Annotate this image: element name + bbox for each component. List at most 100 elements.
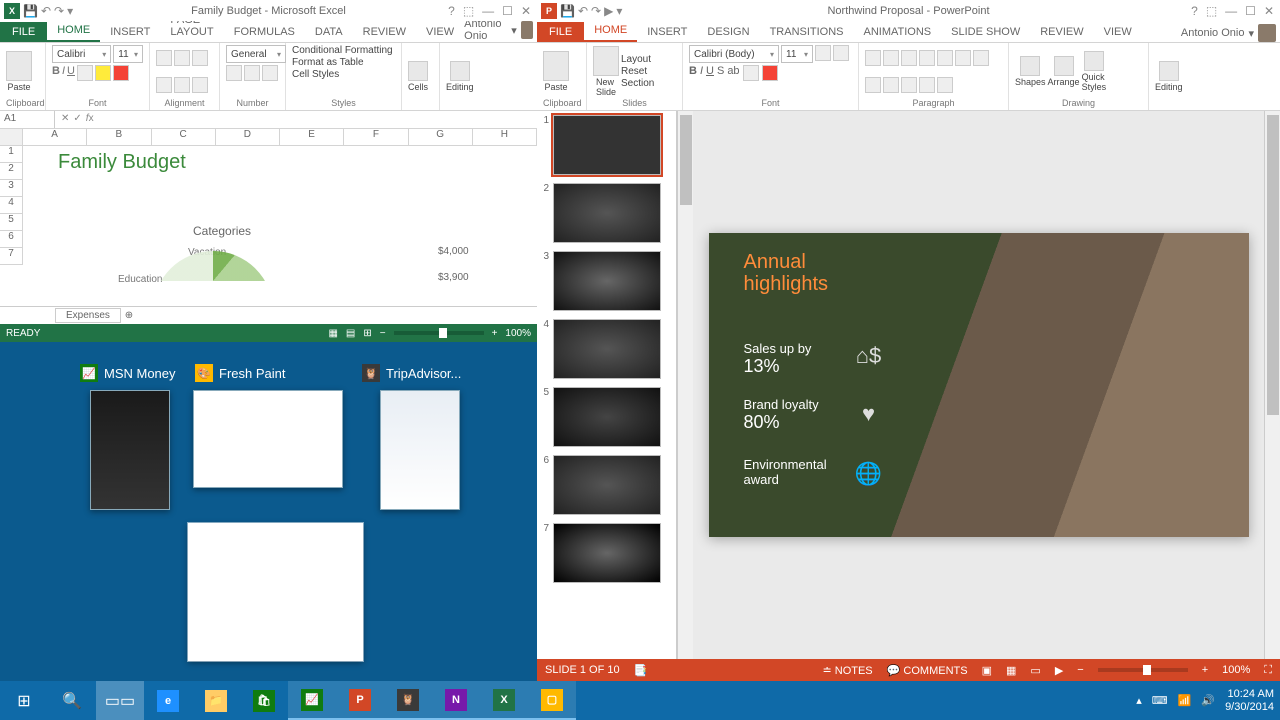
tab-home[interactable]: HOME (47, 20, 100, 42)
qat-customize-icon[interactable]: ▾ (616, 4, 622, 18)
font-color-button[interactable] (762, 65, 778, 81)
increase-font-button[interactable] (815, 45, 831, 61)
cell-styles-button[interactable]: Cell Styles (292, 69, 339, 80)
store-button[interactable]: 🛍 (240, 681, 288, 720)
qat-redo-icon[interactable]: ↷ (54, 4, 64, 18)
reset-button[interactable]: Reset (621, 66, 654, 77)
slide-thumb-6[interactable] (553, 455, 661, 515)
arrange-button[interactable]: Arrange (1048, 56, 1080, 87)
bold-button[interactable]: B (689, 65, 697, 81)
editing-button[interactable]: Editing (1155, 61, 1183, 92)
help-icon[interactable]: ? (1191, 4, 1198, 18)
spellcheck-icon[interactable]: 📑 (634, 664, 648, 677)
font-family-selector[interactable]: Calibri (52, 45, 111, 63)
tab-formulas[interactable]: FORMULAS (224, 22, 305, 42)
tab-data[interactable]: DATA (305, 22, 353, 42)
view-reading-icon[interactable]: ▭ (1030, 664, 1040, 677)
shapes-button[interactable]: Shapes (1015, 56, 1046, 87)
fill-color-button[interactable] (95, 65, 111, 81)
taskview-thumb-freshpaint[interactable] (193, 390, 343, 488)
search-button[interactable]: 🔍 (48, 681, 96, 720)
taskview-app-freshpaint[interactable]: 🎨 Fresh Paint (195, 364, 285, 382)
ribbon-display-icon[interactable]: ⬚ (1206, 4, 1217, 18)
italic-button[interactable]: I (700, 65, 703, 81)
start-button[interactable]: ⊞ (0, 681, 48, 720)
tab-file[interactable]: FILE (0, 22, 47, 42)
zoom-out-button[interactable]: − (380, 328, 386, 339)
slide-thumb-5[interactable] (553, 387, 661, 447)
taskview-app-tripadvisor[interactable]: 🦉 TripAdvisor... (362, 364, 461, 382)
ppt-signed-in-user[interactable]: Antonio Onio▾ (1181, 24, 1280, 42)
tab-transitions[interactable]: TRANSITIONS (760, 22, 854, 42)
taskview-thumb-onenote[interactable] (188, 523, 363, 661)
thumbnail-scrollbar[interactable] (677, 111, 693, 659)
taskview-thumb-money[interactable] (90, 390, 170, 510)
slide-thumb-7[interactable] (553, 523, 661, 583)
border-button[interactable] (77, 65, 93, 81)
zoom-out-button[interactable]: − (1077, 664, 1083, 676)
paste-button[interactable]: Paste (6, 51, 32, 92)
tab-animations[interactable]: ANIMATIONS (854, 22, 942, 42)
tray-network-icon[interactable]: 📶 (1178, 694, 1192, 707)
tab-review[interactable]: REVIEW (1030, 22, 1093, 42)
qat-start-slideshow-icon[interactable]: ▶ (604, 4, 613, 18)
ie-button[interactable]: e (144, 681, 192, 720)
view-normal-icon[interactable]: ▦ (328, 328, 337, 339)
close-button[interactable]: ✕ (1264, 4, 1274, 18)
tray-volume-icon[interactable]: 🔊 (1201, 694, 1215, 707)
slide-indicator[interactable]: SLIDE 1 OF 10 (545, 664, 620, 676)
number-format-selector[interactable]: General (226, 45, 286, 63)
help-icon[interactable]: ? (448, 4, 455, 18)
slide-canvas[interactable]: Annualhighlights Sales up by13% ⌂$ Brand… (709, 233, 1249, 537)
view-page-layout-icon[interactable]: ▤ (346, 328, 355, 339)
align-button[interactable] (156, 50, 172, 66)
italic-button[interactable]: I (62, 65, 65, 81)
qat-save-icon[interactable]: 💾 (23, 4, 38, 18)
select-all-corner[interactable] (0, 129, 23, 145)
canvas-scrollbar[interactable] (1264, 111, 1280, 659)
tab-view[interactable]: VIEW (416, 22, 464, 42)
tab-file[interactable]: FILE (537, 22, 584, 42)
font-size-selector[interactable]: 11 (113, 45, 143, 63)
tab-review[interactable]: REVIEW (353, 22, 416, 42)
slide-thumb-1[interactable] (553, 115, 661, 175)
excel-signed-in-user[interactable]: Antonio Onio▾ (464, 18, 537, 42)
strikethrough-button[interactable]: S (717, 65, 724, 81)
zoom-slider[interactable] (1098, 668, 1188, 672)
tab-slideshow[interactable]: SLIDE SHOW (941, 22, 1030, 42)
view-slideshow-icon[interactable]: ▶ (1055, 664, 1063, 677)
tab-insert[interactable]: INSERT (637, 22, 697, 42)
taskbar-tripadvisor[interactable]: 🦉 (384, 681, 432, 720)
taskbar-powerpoint[interactable]: P (336, 681, 384, 720)
fit-slide-icon[interactable]: ⛶ (1264, 664, 1272, 677)
zoom-slider[interactable] (394, 331, 484, 335)
slide-thumb-4[interactable] (553, 319, 661, 379)
tab-view[interactable]: VIEW (1094, 22, 1142, 42)
comments-button[interactable]: 💬 COMMENTS (887, 664, 968, 677)
tab-home[interactable]: HOME (584, 20, 637, 42)
shadow-button[interactable]: ab (727, 65, 739, 81)
minimize-button[interactable]: — (482, 4, 494, 18)
bold-button[interactable]: B (52, 65, 60, 81)
tray-clock[interactable]: 10:24 AM 9/30/2014 (1225, 688, 1274, 712)
tab-insert[interactable]: INSERT (100, 22, 160, 42)
quick-styles-button[interactable]: Quick Styles (1082, 51, 1107, 92)
taskview-app-money[interactable]: 📈 MSN Money (80, 364, 176, 382)
enter-formula-icon[interactable]: ✓ (73, 113, 81, 126)
cells-button[interactable]: Cells (408, 61, 428, 92)
close-button[interactable]: ✕ (521, 4, 531, 18)
taskview-thumb-tripadvisor[interactable] (380, 390, 460, 510)
taskbar-money[interactable]: 📈 (288, 681, 336, 720)
decrease-font-button[interactable] (833, 45, 849, 61)
section-button[interactable]: Section (621, 78, 654, 89)
layout-button[interactable]: Layout (621, 54, 654, 65)
new-slide-button[interactable]: New Slide (593, 46, 619, 97)
spreadsheet-grid[interactable]: A B C D E F G H 1234567 Family Budget Ca… (0, 129, 537, 306)
taskview-button[interactable]: ▭▭ (96, 681, 144, 720)
zoom-in-button[interactable]: + (1202, 664, 1208, 676)
name-box[interactable]: A1 (0, 111, 55, 128)
font-color-button[interactable] (113, 65, 129, 81)
zoom-level[interactable]: 100% (1222, 664, 1250, 676)
sheet-tab-expenses[interactable]: Expenses (55, 308, 121, 323)
view-page-break-icon[interactable]: ⊞ (363, 328, 371, 339)
